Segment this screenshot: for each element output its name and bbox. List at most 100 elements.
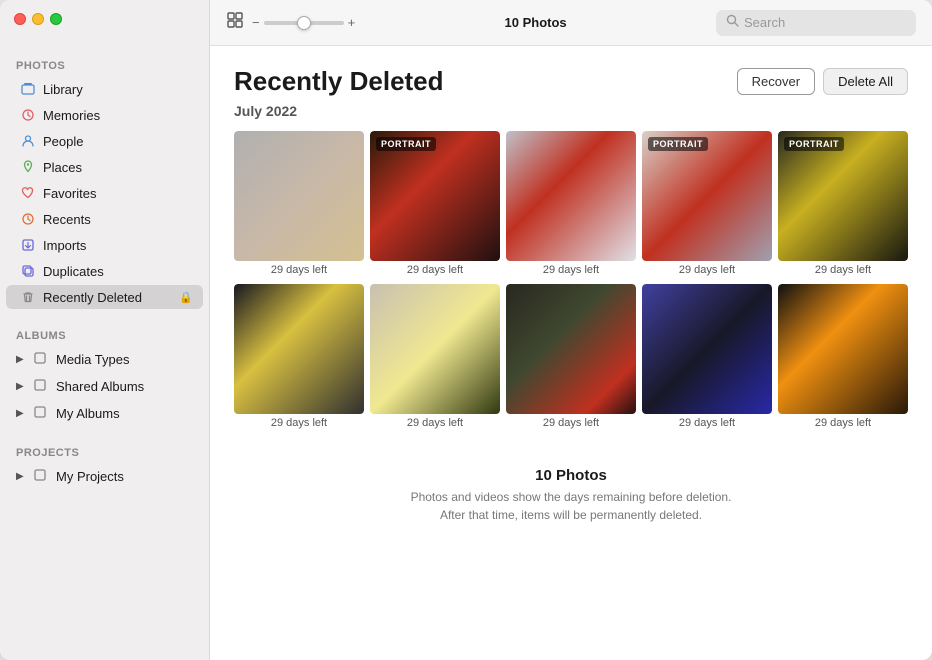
portrait-badge-2: PORTRAIT [376,137,436,151]
sidebar-item-favorites[interactable]: Favorites [6,181,203,205]
photo-label-3: 29 days left [506,264,636,278]
footer: 10 Photos Photos and videos show the day… [234,437,908,534]
favorites-icon [20,185,36,201]
photo-item-10[interactable]: 29 days left [778,284,908,431]
sidebar-item-duplicates-label: Duplicates [43,264,193,279]
content-header: Recently Deleted Recover Delete All [234,66,908,97]
sidebar-item-favorites-label: Favorites [43,186,193,201]
sidebar-item-people[interactable]: People [6,129,203,153]
sidebar-item-recents[interactable]: Recents [6,207,203,231]
photo-thumb-10 [778,284,908,414]
maximize-button[interactable] [50,13,62,25]
close-button[interactable] [14,13,26,25]
sidebar-item-my-projects-label: My Projects [56,469,124,484]
photo-label-7: 29 days left [370,417,500,431]
imports-icon [20,237,36,253]
footer-line-1: Photos and videos show the days remainin… [411,490,732,504]
photo-label-5: 29 days left [778,264,908,278]
photo-label-1: 29 days left [234,264,364,278]
photo-item-5[interactable]: PORTRAIT 29 days left [778,131,908,278]
minimize-button[interactable] [32,13,44,25]
slider-thumb [297,16,311,30]
sidebar-item-shared-albums-label: Shared Albums [56,379,144,394]
page-title: Recently Deleted [234,66,444,97]
sidebar-item-duplicates[interactable]: Duplicates [6,259,203,283]
photo-thumb-2: PORTRAIT [370,131,500,261]
toolbar-title: 10 Photos [367,15,704,30]
action-buttons: Recover Delete All [737,68,908,95]
search-input[interactable] [744,15,904,30]
photo-thumb-7 [370,284,500,414]
sidebar-item-memories-label: Memories [43,108,193,123]
duplicates-icon [20,263,36,279]
library-icon [20,81,36,97]
month-label: July 2022 [234,103,908,119]
search-box[interactable] [716,10,916,36]
media-types-icon [33,351,47,368]
zoom-slider-area: − + [252,15,355,30]
photo-item-4[interactable]: PORTRAIT 29 days left [642,131,772,278]
photo-label-8: 29 days left [506,417,636,431]
portrait-badge-4: PORTRAIT [648,137,708,151]
window-controls [14,13,62,25]
photo-label-4: 29 days left [642,264,772,278]
lock-icon: 🔒 [179,291,193,304]
zoom-out-icon: − [252,15,260,30]
zoom-in-icon: + [348,15,356,30]
photo-item-6[interactable]: 29 days left [234,284,364,431]
sidebar-item-recents-label: Recents [43,212,193,227]
sidebar-item-library-label: Library [43,82,193,97]
photo-label-6: 29 days left [234,417,364,431]
photo-item-3[interactable]: 29 days left [506,131,636,278]
photos-section-label: Photos [0,50,209,76]
photo-item-7[interactable]: 29 days left [370,284,500,431]
sidebar-item-memories[interactable]: Memories [6,103,203,127]
main-panel: − + 10 Photos Recently Deleted [210,0,932,660]
sidebar-item-library[interactable]: Library [6,77,203,101]
my-albums-icon [33,405,47,422]
toolbar: − + 10 Photos [210,0,932,46]
sidebar-item-my-albums[interactable]: ▶ My Albums [6,401,203,426]
sidebar-item-places-label: Places [43,160,193,175]
photo-thumb-8 [506,284,636,414]
photo-label-9: 29 days left [642,417,772,431]
sidebar-item-my-albums-label: My Albums [56,406,120,421]
photo-thumb-1 [234,131,364,261]
sidebar-item-recently-deleted[interactable]: Recently Deleted 🔒 [6,285,203,309]
photo-label-10: 29 days left [778,417,908,431]
photo-item-1[interactable]: 29 days left [234,131,364,278]
zoom-slider[interactable] [264,21,344,25]
places-icon [20,159,36,175]
sidebar-item-my-projects[interactable]: ▶ My Projects [6,464,203,489]
photo-thumb-4: PORTRAIT [642,131,772,261]
photo-item-2[interactable]: PORTRAIT 29 days left [370,131,500,278]
photo-item-8[interactable]: 29 days left [506,284,636,431]
photo-thumb-5: PORTRAIT [778,131,908,261]
sidebar-item-shared-albums[interactable]: ▶ Shared Albums [6,374,203,399]
delete-all-button[interactable]: Delete All [823,68,908,95]
people-icon [20,133,36,149]
shared-albums-icon [33,378,47,395]
recents-icon [20,211,36,227]
projects-section-label: Projects [0,437,209,463]
photo-grid-row-2: 29 days left 29 days left 29 days left 2… [234,284,908,431]
sidebar-item-recently-deleted-label: Recently Deleted [43,290,172,305]
footer-count: 10 Photos [234,467,908,484]
sidebar-item-media-types-label: Media Types [56,352,129,367]
sidebar-item-media-types[interactable]: ▶ Media Types [6,347,203,372]
toolbar-left: − + [226,11,355,34]
my-projects-icon [33,468,47,485]
portrait-badge-5: PORTRAIT [784,137,844,151]
photo-item-9[interactable]: 29 days left [642,284,772,431]
footer-description: Photos and videos show the days remainin… [234,488,908,524]
memories-icon [20,107,36,123]
sidebar-item-places[interactable]: Places [6,155,203,179]
photo-thumb-9 [642,284,772,414]
app-window: Photos Library Memories People [0,0,932,660]
grid-view-icon[interactable] [226,11,244,34]
chevron-right-icon-4: ▶ [16,471,28,482]
recover-button[interactable]: Recover [737,68,815,95]
chevron-right-icon-2: ▶ [16,381,28,392]
sidebar-item-imports[interactable]: Imports [6,233,203,257]
photo-thumb-3 [506,131,636,261]
